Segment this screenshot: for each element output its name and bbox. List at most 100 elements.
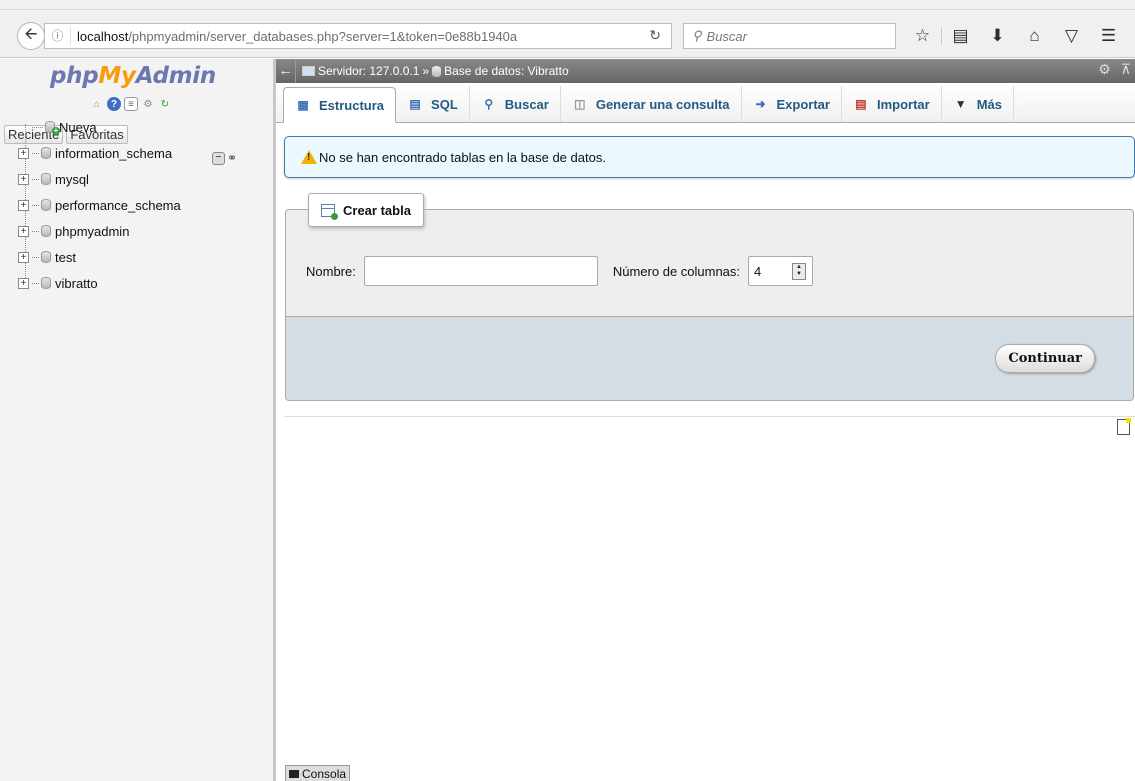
collapse-up-icon[interactable]: ⊼ [1121, 61, 1131, 78]
server-icon [302, 66, 315, 76]
tab-search[interactable]: ⚲ Buscar [470, 86, 561, 122]
page-settings-icon[interactable] [1117, 418, 1131, 435]
database-tree: + Nueva + information_schema + mysql + perf… [0, 114, 181, 296]
documentation-icon[interactable]: ≡ [124, 97, 138, 111]
reload-icon[interactable]: ↻ [649, 27, 661, 44]
table-name-input[interactable] [363, 256, 598, 286]
tree-dash [32, 256, 39, 258]
info-icon[interactable]: ⓘ [45, 27, 71, 45]
stepper-arrows-icon[interactable]: ▲ ▼ [792, 263, 807, 280]
settings-gear-icon[interactable]: ⚙ [141, 97, 155, 111]
download-icon[interactable]: ⬇ [979, 24, 1016, 48]
tab-structure[interactable]: ▦ Estructura [283, 87, 397, 123]
tree-database-item[interactable]: + test [0, 244, 181, 270]
tree-database-item[interactable]: + information_schema [0, 140, 181, 166]
expand-icon[interactable]: + [18, 199, 29, 211]
column-count-label: Número de columnas: [612, 263, 741, 279]
phpmyadmin-logo[interactable]: phpMyAdmin [50, 63, 216, 89]
continue-button[interactable]: Continuar [995, 344, 1095, 373]
collapse-nav-arrow-icon[interactable]: ← [276, 59, 296, 83]
tree-dash [32, 126, 43, 128]
database-icon [432, 65, 442, 77]
breadcrumb-server-label: Servidor: 127.0.0.1 [318, 64, 420, 78]
new-database-label: Nueva [59, 119, 97, 135]
help-icon[interactable]: ? [107, 97, 121, 111]
tree-dash [32, 178, 39, 180]
tab-label: Importar [876, 96, 930, 112]
tab-sql[interactable]: ▤ SQL [396, 86, 470, 122]
tab-import[interactable]: ▤ Importar [842, 86, 942, 122]
create-table-title: Crear tabla [343, 202, 411, 218]
database-label: mysql [55, 171, 89, 187]
nav-resize-handle[interactable] [273, 59, 276, 781]
table-name-label: Nombre: [306, 263, 356, 279]
structure-icon: ▦ [297, 98, 309, 112]
new-table-icon [321, 203, 338, 220]
database-label: information_schema [55, 145, 173, 161]
export-icon: ➜ [755, 97, 766, 111]
tree-dash [32, 282, 39, 284]
expand-icon[interactable]: + [18, 277, 29, 289]
create-table-form-row: Nombre: Número de columnas: 4 ▲ ▼ [306, 256, 814, 286]
tab-export[interactable]: ➜ Exportar [742, 86, 842, 122]
breadcrumb-database[interactable]: Base de datos: Vibratto [432, 64, 569, 78]
console-label: Consola [302, 766, 347, 781]
expand-icon[interactable]: + [18, 225, 29, 237]
url-text: localhost/phpmyadmin/server_databases.ph… [71, 29, 631, 44]
tree-new-database[interactable]: + Nueva [0, 114, 181, 140]
search-bar[interactable]: ⚲ Buscar [683, 23, 896, 49]
breadcrumb: ← Servidor: 127.0.0.1 » Base de datos: V… [276, 59, 1135, 83]
home-icon[interactable]: ⌂ [1016, 24, 1053, 48]
pocket-icon[interactable]: ▽ [1053, 24, 1090, 48]
link-with-main-icon[interactable]: ⚭ [227, 151, 237, 165]
tab-label: SQL [431, 96, 458, 112]
database-icon [41, 199, 51, 211]
reload-nav-icon[interactable]: ↻ [158, 97, 172, 111]
divider [284, 416, 1135, 417]
breadcrumb-controls: ⚙ ⊼ [1098, 61, 1131, 78]
tree-dash [32, 230, 39, 232]
tab-query[interactable]: ◫ Generar una consulta [561, 86, 742, 122]
address-bar[interactable]: ⓘ localhost/phpmyadmin/server_databases.… [44, 23, 672, 49]
url-path: /phpmyadmin/server_databases.php?server=… [128, 28, 518, 44]
bookmark-star-icon[interactable]: ☆ [904, 24, 941, 48]
tab-more[interactable]: ▼ Más [942, 86, 1014, 122]
tree-database-item[interactable]: + phpmyadmin [0, 218, 181, 244]
database-label: test [55, 249, 76, 265]
settings-gear-icon[interactable]: ⚙ [1098, 61, 1111, 78]
database-icon [41, 251, 51, 263]
browser-toolbar: 🡨 ⓘ localhost/phpmyadmin/server_database… [0, 0, 1135, 58]
arrow-left-icon: 🡨 [24, 25, 38, 43]
collapse-all-icon[interactable]: − [212, 151, 225, 165]
expand-icon[interactable]: + [18, 173, 29, 185]
database-label: phpmyadmin [55, 223, 130, 239]
database-label: performance_schema [55, 197, 181, 213]
tree-dash [32, 152, 39, 154]
new-database-icon: + [45, 121, 60, 135]
column-count-stepper[interactable]: 4 ▲ ▼ [748, 256, 814, 286]
query-icon: ◫ [574, 97, 586, 111]
expand-icon[interactable]: + [18, 251, 29, 263]
console-icon [289, 769, 299, 778]
back-button[interactable]: 🡨 [17, 22, 45, 50]
console-toggle[interactable]: Consola [285, 765, 351, 781]
create-table-footer: Continuar [286, 316, 1133, 400]
breadcrumb-database-label: Base de datos: Vibratto [444, 64, 569, 78]
tree-database-item[interactable]: + performance_schema [0, 192, 181, 218]
notice-text: No se han encontrado tablas en la base d… [319, 149, 606, 165]
warning-icon [301, 150, 317, 164]
url-host: localhost [77, 28, 129, 44]
tree-database-item[interactable]: + vibratto [0, 270, 181, 296]
breadcrumb-server[interactable]: Servidor: 127.0.0.1 [296, 64, 419, 78]
no-tables-notice: No se han encontrado tablas en la base d… [284, 136, 1135, 178]
search-icon: ⚲ [484, 97, 494, 111]
tab-label: Buscar [504, 96, 549, 112]
database-label: vibratto [55, 275, 98, 291]
home-icon[interactable]: ⌂ [90, 97, 104, 111]
expand-icon[interactable]: + [18, 147, 29, 159]
logo-php-text: php [50, 63, 99, 89]
menu-icon[interactable]: ☰ [1090, 24, 1127, 48]
reading-list-icon[interactable]: ▤ [942, 24, 979, 48]
tree-dash [32, 204, 39, 206]
tree-database-item[interactable]: + mysql [0, 166, 181, 192]
